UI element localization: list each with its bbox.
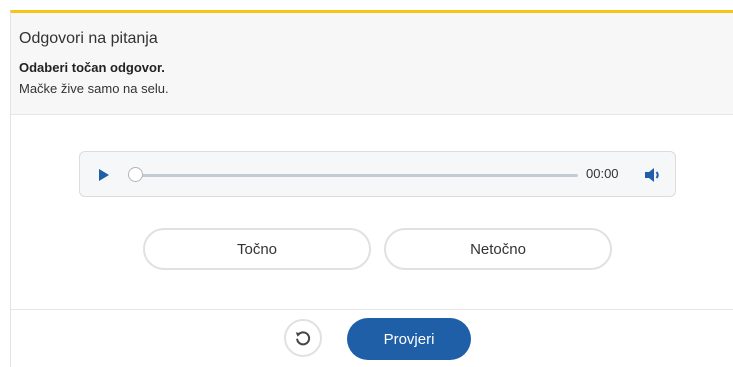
- volume-icon[interactable]: [643, 165, 663, 185]
- reset-button[interactable]: [284, 319, 322, 357]
- answer-false-button[interactable]: Netočno: [384, 228, 612, 270]
- reset-icon: [295, 331, 311, 346]
- play-icon[interactable]: [96, 167, 112, 183]
- answer-true-button[interactable]: Točno: [143, 228, 371, 270]
- exercise-title: Odgovori na pitanja: [19, 30, 158, 47]
- exercise-statement: Mačke žive samo na selu.: [19, 81, 169, 96]
- exercise-header: Odgovori na pitanja Odaberi točan odgovo…: [11, 13, 733, 115]
- check-button[interactable]: Provjeri: [347, 318, 471, 360]
- audio-time: 00:00: [586, 166, 619, 181]
- audio-progress-thumb[interactable]: [128, 167, 143, 182]
- footer-divider: [11, 309, 733, 310]
- audio-progress-track[interactable]: [136, 174, 578, 177]
- audio-player: 00:00: [79, 151, 676, 197]
- exercise-card: Odgovori na pitanja Odaberi točan odgovo…: [10, 10, 733, 367]
- exercise-instruction: Odaberi točan odgovor.: [19, 60, 165, 75]
